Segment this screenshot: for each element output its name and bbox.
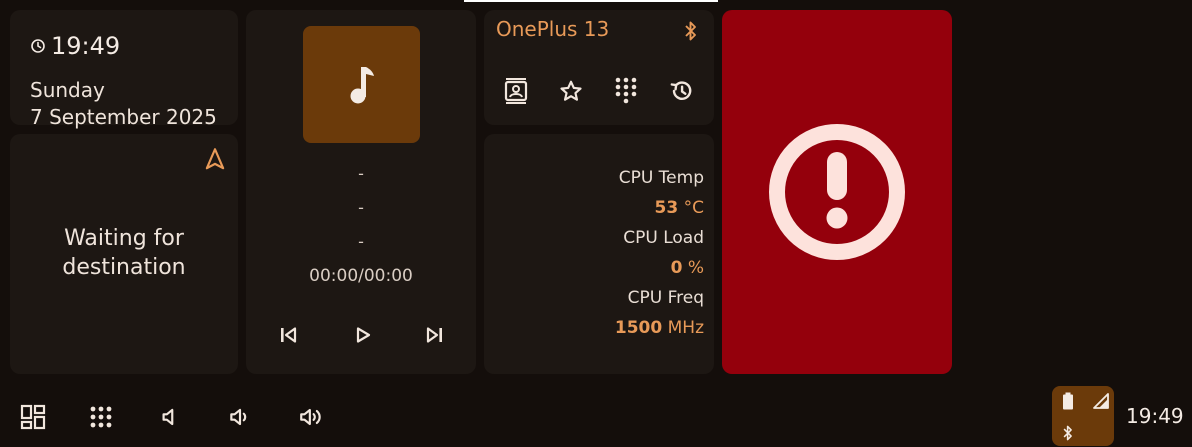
navigation-arrow-icon [205, 148, 225, 170]
clock-time-row: 19:49 [30, 32, 120, 60]
app-launcher-button[interactable] [86, 402, 116, 432]
cpu-temp-label: CPU Temp [618, 168, 704, 188]
contacts-button[interactable] [501, 76, 531, 106]
cpu-freq-value: 1500 MHz [615, 318, 704, 338]
volume-medium-icon [230, 408, 247, 426]
album-art[interactable] [303, 26, 420, 143]
clock-time: 19:49 [51, 32, 121, 60]
star-icon [560, 80, 582, 101]
clock-icon [31, 39, 45, 53]
date-day: Sunday [30, 78, 105, 102]
battery-icon [1063, 392, 1073, 410]
dialpad-button[interactable] [611, 76, 641, 106]
cpu-temp-value: 53 °C [655, 198, 704, 218]
skip-next-icon [426, 327, 442, 343]
volume-high-icon [300, 408, 321, 426]
music-note-icon [350, 66, 374, 103]
phone-widget[interactable]: OnePlus 13 [484, 10, 714, 125]
volume-mute-button[interactable] [154, 402, 184, 432]
navigation-widget[interactable]: Waiting for destination [10, 134, 238, 374]
cpu-load-unit: % [687, 258, 704, 278]
cpu-load-label: CPU Load [623, 228, 704, 248]
top-edge-bar [464, 0, 718, 2]
cpu-freq-unit: MHz [667, 318, 704, 338]
cpu-freq-number: 1500 [614, 318, 663, 338]
cpu-freq-label: CPU Freq [627, 288, 704, 308]
cpu-temp-unit: °C [683, 198, 704, 218]
date-full: 7 September 2025 [30, 105, 217, 129]
apps-grid-icon [90, 406, 112, 428]
cpu-stats-widget[interactable]: CPU Temp 53 °C CPU Load 0 % CPU Freq 150… [484, 134, 714, 374]
bluetooth-icon [685, 21, 696, 41]
alert-icon [769, 124, 905, 260]
volume-low-icon [162, 408, 174, 426]
next-track-button[interactable] [422, 322, 448, 348]
volume-down-button[interactable] [225, 402, 255, 432]
bluetooth-status-icon [1063, 425, 1072, 441]
track-album: - [358, 232, 364, 251]
navigation-status: Waiting for destination [10, 224, 238, 282]
cell-signal-icon [1093, 393, 1109, 409]
statusbar-time: 19:49 [1126, 404, 1184, 428]
navigation-status-line1: Waiting for [64, 226, 184, 251]
cpu-load-number: 0 [670, 258, 683, 278]
dashboard-icon [20, 404, 46, 430]
play-icon [356, 327, 371, 343]
dashboard-button[interactable] [18, 402, 48, 432]
cpu-temp-number: 53 [654, 198, 679, 218]
track-progress: 00:00/00:00 [309, 266, 413, 286]
play-button[interactable] [350, 322, 376, 348]
track-title: - [358, 164, 364, 183]
status-indicators[interactable] [1052, 386, 1114, 446]
navigation-status-line2: destination [62, 255, 186, 280]
history-icon [670, 81, 692, 100]
track-artist: - [358, 198, 364, 217]
alert-widget[interactable] [722, 10, 952, 374]
clock-widget[interactable]: 19:49 Sunday 7 September 2025 [10, 10, 238, 129]
volume-up-button[interactable] [297, 402, 327, 432]
call-history-button[interactable] [666, 76, 696, 106]
cpu-load-value: 0 % [671, 258, 704, 278]
skip-previous-icon [281, 327, 297, 343]
phone-device-name: OnePlus 13 [496, 17, 610, 41]
dialpad-icon [615, 77, 637, 104]
media-widget[interactable]: - - - 00:00/00:00 [246, 10, 476, 374]
previous-track-button[interactable] [275, 322, 301, 348]
favorites-button[interactable] [556, 76, 586, 106]
contacts-icon [504, 78, 528, 104]
